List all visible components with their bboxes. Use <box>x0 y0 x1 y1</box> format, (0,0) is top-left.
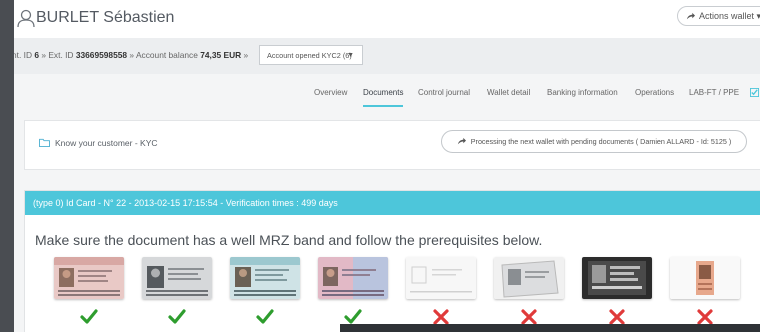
tab-documents[interactable]: Documents <box>363 88 404 107</box>
id-card-image <box>230 257 300 299</box>
check-icon <box>80 309 98 324</box>
check-icon <box>168 309 186 324</box>
document-card-header: (type 0) Id Card - N° 22 - 2013-02-15 17… <box>25 191 760 215</box>
share-icon <box>686 12 695 20</box>
tab-bar: Overview Documents Control journal Walle… <box>14 74 760 114</box>
example-documents <box>25 257 760 332</box>
page: BURLET Sébastien Actions wallet ▾ nt. ID… <box>14 0 760 332</box>
check-icon <box>256 309 274 324</box>
actions-wallet-label: Actions wallet ▾ <box>698 11 760 21</box>
tab-control-journal[interactable]: Control journal <box>418 88 470 97</box>
tab-overview[interactable]: Overview <box>314 88 347 97</box>
checkbox-icon[interactable] <box>750 88 759 97</box>
example-document-bad <box>582 257 652 332</box>
kyc-section: Know your customer - KYC Processing the … <box>24 120 760 170</box>
id-card-image <box>494 257 564 299</box>
example-document-bad <box>670 257 740 332</box>
tab-banking-information[interactable]: Banking information <box>547 88 618 97</box>
tab-lab-ft-ppe[interactable]: LAB-FT / PPE <box>689 88 739 97</box>
id-card-image <box>54 257 124 299</box>
info-bar: nt. ID 6 » Ext. ID 33669598558 » Account… <box>14 38 760 74</box>
example-document-good <box>318 257 388 332</box>
id-card-image <box>406 257 476 299</box>
separator: » <box>129 50 135 60</box>
document-card-title: (type 0) Id Card - N° 22 - 2013-02-15 17… <box>33 198 338 208</box>
ext-id-value: 33669598558 <box>75 50 128 60</box>
tab-wallet-detail[interactable]: Wallet detail <box>487 88 530 97</box>
example-document-good <box>54 257 124 332</box>
ext-id-label: Ext. ID <box>48 50 74 60</box>
caret-down-icon: ▼ <box>347 52 354 59</box>
account-info: nt. ID 6 » Ext. ID 33669598558 » Account… <box>14 50 248 60</box>
process-next-wallet-button[interactable]: Processing the next wallet with pending … <box>441 130 747 153</box>
header: BURLET Sébastien Actions wallet ▾ <box>14 0 760 39</box>
folder-icon <box>39 138 50 147</box>
account-status-select[interactable]: Account opened KYC2 (6) ▼ <box>259 45 363 65</box>
id-label: nt. ID <box>14 50 33 60</box>
id-value: 6 <box>34 50 40 60</box>
example-document-bad <box>494 257 564 332</box>
balance-label: Account balance <box>135 50 198 60</box>
balance-value: 74,35 EUR <box>200 50 242 60</box>
id-card-image <box>318 257 388 299</box>
kyc-title: Know your customer - KYC <box>55 138 158 148</box>
document-instruction: Make sure the document has a well MRZ ba… <box>35 232 543 248</box>
actions-wallet-button[interactable]: Actions wallet ▾ <box>676 6 760 26</box>
example-document-bad <box>406 257 476 332</box>
example-document-good <box>230 257 300 332</box>
document-card: (type 0) Id Card - N° 22 - 2013-02-15 17… <box>24 190 760 332</box>
id-card-image <box>142 257 212 299</box>
separator: » <box>243 50 249 60</box>
user-icon <box>17 9 35 28</box>
tab-operations[interactable]: Operations <box>635 88 674 97</box>
user-name: BURLET Sébastien <box>36 9 175 26</box>
process-next-wallet-label: Processing the next wallet with pending … <box>470 137 732 146</box>
share-icon <box>457 137 466 145</box>
account-status-value: Account opened KYC2 (6) <box>267 51 352 60</box>
bottom-edge <box>340 324 760 332</box>
id-card-image <box>670 257 740 299</box>
example-document-good <box>142 257 212 332</box>
id-card-image <box>582 257 652 299</box>
separator: » <box>41 50 47 60</box>
